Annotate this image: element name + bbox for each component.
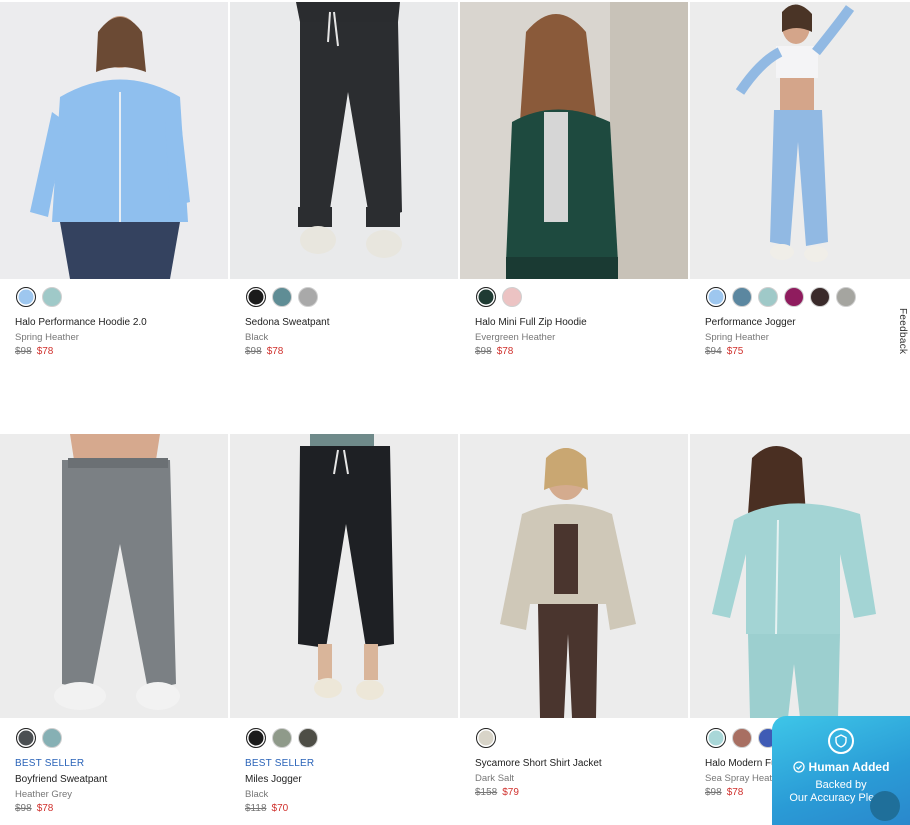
swatch[interactable] xyxy=(246,287,266,307)
color-swatches xyxy=(230,277,458,317)
swatch[interactable] xyxy=(298,728,318,748)
swatch[interactable] xyxy=(706,287,726,307)
price: $98 $78 xyxy=(245,346,458,357)
product-card[interactable]: Sycamore Short Shirt Jacket Dark Salt $1… xyxy=(460,434,688,798)
swatch[interactable] xyxy=(16,287,36,307)
accuracy-pledge-widget[interactable]: Human Added Backed by Our Accuracy Pledg… xyxy=(772,716,910,825)
swatch[interactable] xyxy=(706,728,726,748)
color-swatches xyxy=(460,718,688,758)
shield-icon xyxy=(828,728,854,754)
product-image[interactable] xyxy=(460,2,688,279)
price: $118 $70 xyxy=(245,803,458,814)
price: $94 $75 xyxy=(705,346,910,357)
product-color: Heather Grey xyxy=(15,789,73,800)
product-image[interactable] xyxy=(460,434,688,718)
swatch[interactable] xyxy=(476,728,496,748)
original-price: $98 xyxy=(475,346,492,357)
product-name[interactable]: Halo Performance Hoodie 2.0 xyxy=(15,317,228,328)
swatch[interactable] xyxy=(42,287,62,307)
best-seller-badge: BEST SELLER xyxy=(15,758,85,769)
product-grid: Halo Performance Hoodie 2.0 Spring Heath… xyxy=(0,0,910,825)
swatch[interactable] xyxy=(298,287,318,307)
sale-price: $78 xyxy=(726,787,744,798)
color-swatches xyxy=(0,277,228,317)
widget-title-row: Human Added xyxy=(772,760,910,774)
sale-price: $78 xyxy=(36,803,54,814)
swatch[interactable] xyxy=(42,728,62,748)
product-color: Black xyxy=(245,789,269,800)
swatch[interactable] xyxy=(732,287,752,307)
widget-bubble[interactable] xyxy=(870,791,900,821)
product-card[interactable]: Sedona Sweatpant Black $98 $78 xyxy=(230,0,458,357)
product-image[interactable] xyxy=(230,434,458,718)
color-swatches xyxy=(230,718,458,758)
sale-price: $78 xyxy=(496,346,514,357)
swatch[interactable] xyxy=(810,287,830,307)
swatch[interactable] xyxy=(758,287,778,307)
widget-title: Human Added xyxy=(808,760,890,774)
original-price: $98 xyxy=(245,346,262,357)
sale-price: $78 xyxy=(266,346,284,357)
best-seller-badge: BEST SELLER xyxy=(245,758,315,769)
product-color: Black xyxy=(245,332,269,343)
product-name[interactable]: Boyfriend Sweatpant xyxy=(15,774,228,785)
color-swatches xyxy=(690,277,910,317)
feedback-tab[interactable]: Feedback xyxy=(897,308,908,354)
product-name[interactable]: Sedona Sweatpant xyxy=(245,317,458,328)
product-color: Evergreen Heather xyxy=(475,332,556,343)
product-name[interactable]: Sycamore Short Shirt Jacket xyxy=(475,758,688,769)
price: $98 $78 xyxy=(475,346,688,357)
product-image[interactable] xyxy=(0,434,228,718)
swatch[interactable] xyxy=(16,728,36,748)
swatch[interactable] xyxy=(836,287,856,307)
product-image[interactable] xyxy=(0,2,228,279)
sale-price: $78 xyxy=(36,346,54,357)
widget-line1: Backed by xyxy=(815,779,867,791)
product-color: Spring Heather xyxy=(705,332,769,343)
product-card[interactable]: BEST SELLER Miles Jogger Black $118 $70 xyxy=(230,434,458,814)
swatch[interactable] xyxy=(502,287,522,307)
swatch[interactable] xyxy=(476,287,496,307)
swatch[interactable] xyxy=(272,287,292,307)
product-name[interactable]: Miles Jogger xyxy=(245,774,458,785)
swatch[interactable] xyxy=(246,728,266,748)
swatch[interactable] xyxy=(272,728,292,748)
product-color: Spring Heather xyxy=(15,332,79,343)
product-image[interactable] xyxy=(690,2,910,279)
check-circle-icon xyxy=(792,761,805,773)
product-image[interactable] xyxy=(690,434,910,718)
original-price: $98 xyxy=(705,787,722,798)
sale-price: $70 xyxy=(271,803,289,814)
price: $98 $78 xyxy=(15,346,228,357)
sale-price: $79 xyxy=(502,787,519,798)
product-card[interactable]: BEST SELLER Boyfriend Sweatpant Heather … xyxy=(0,434,228,814)
product-card[interactable]: Performance Jogger Spring Heather $94 $75 xyxy=(690,0,910,357)
product-card[interactable]: Halo Performance Hoodie 2.0 Spring Heath… xyxy=(0,0,228,357)
price: $158 $79 xyxy=(475,787,688,798)
swatch[interactable] xyxy=(732,728,752,748)
color-swatches xyxy=(460,277,688,317)
product-card[interactable]: Halo Mini Full Zip Hoodie Evergreen Heat… xyxy=(460,0,688,357)
original-price: $98 xyxy=(15,803,32,814)
color-swatches xyxy=(0,718,228,758)
price: $98 $78 xyxy=(15,803,228,814)
sale-price: $75 xyxy=(726,346,744,357)
original-price: $98 xyxy=(15,346,32,357)
product-name[interactable]: Performance Jogger xyxy=(705,317,910,328)
original-price: $158 xyxy=(475,787,498,798)
product-image[interactable] xyxy=(230,2,458,279)
swatch[interactable] xyxy=(784,287,804,307)
product-name[interactable]: Halo Mini Full Zip Hoodie xyxy=(475,317,688,328)
product-color: Dark Salt xyxy=(475,773,515,784)
original-price: $118 xyxy=(245,803,267,814)
original-price: $94 xyxy=(705,346,722,357)
